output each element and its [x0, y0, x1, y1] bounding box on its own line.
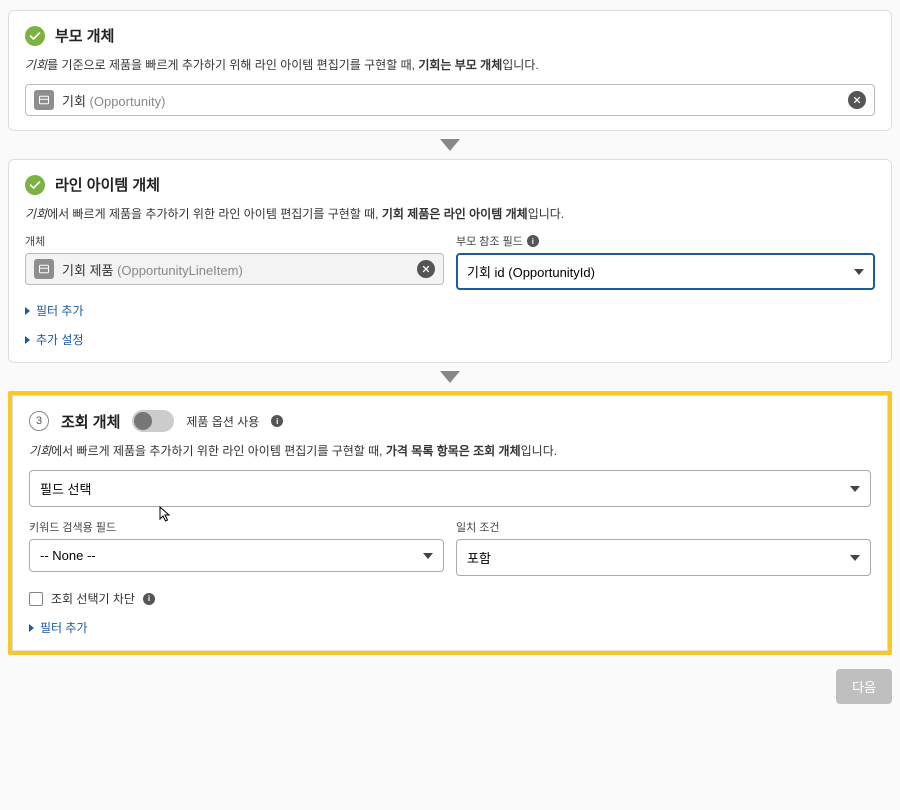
checkbox-label: 조회 선택기 차단: [51, 590, 135, 607]
block-lookup-checkbox[interactable]: [29, 592, 43, 606]
triangle-right-icon: [25, 307, 30, 315]
clear-icon[interactable]: [848, 91, 866, 109]
chevron-down-icon: [854, 269, 864, 275]
object-badge-icon: [34, 259, 54, 279]
section-desc: 기회에서 빠르게 제품을 추가하기 위한 라인 아이템 편집기를 구현할 때, …: [25, 205, 875, 223]
additional-settings-link[interactable]: 추가 설정: [25, 331, 875, 348]
select-value: -- None --: [40, 548, 96, 563]
step-number: 3: [29, 411, 49, 431]
chevron-down-icon: [423, 553, 433, 559]
flow-arrow-icon: [8, 371, 892, 383]
card-header: 부모 개체: [25, 25, 875, 46]
lookup-value: 기회 제품 (OpportunityLineItem): [62, 260, 409, 279]
line-item-object-lookup[interactable]: 기회 제품 (OpportunityLineItem): [25, 253, 444, 285]
match-condition-select[interactable]: 포함: [456, 539, 871, 576]
add-filter-link[interactable]: 필터 추가: [25, 302, 875, 319]
info-icon[interactable]: i: [271, 415, 283, 427]
parent-object-card: 부모 개체 기회를 기준으로 제품을 빠르게 추가하기 위해 라인 아이템 편집…: [8, 10, 892, 131]
flow-arrow-icon: [8, 139, 892, 151]
check-icon: [25, 26, 45, 46]
chevron-down-icon: [850, 486, 860, 492]
lookup-object-card: 3 조회 개체 제품 옵션 사용 i 기회에서 빠르게 제품을 추가하기 위한 …: [12, 395, 888, 651]
select-value: 포함: [467, 548, 491, 567]
product-option-toggle[interactable]: [132, 410, 174, 432]
chevron-down-icon: [850, 555, 860, 561]
section-title: 조회 개체: [61, 411, 120, 432]
clear-icon[interactable]: [417, 260, 435, 278]
section-desc: 기회를 기준으로 제품을 빠르게 추가하기 위해 라인 아이템 편집기를 구현할…: [25, 56, 875, 74]
card-header: 라인 아이템 개체: [25, 174, 875, 195]
info-icon[interactable]: i: [143, 593, 155, 605]
section-title: 라인 아이템 개체: [55, 174, 160, 195]
parent-object-lookup[interactable]: 기회 (Opportunity): [25, 84, 875, 116]
card-header: 3 조회 개체 제품 옵션 사용 i: [29, 410, 871, 432]
add-filter-link[interactable]: 필터 추가: [29, 619, 871, 636]
footer: 다음: [8, 669, 892, 704]
block-lookup-row: 조회 선택기 차단 i: [29, 590, 871, 607]
field-select[interactable]: 필드 선택: [29, 470, 871, 507]
lookup-value: 기회 (Opportunity): [62, 91, 840, 110]
keyword-search-label: 키워드 검색용 필드: [29, 519, 444, 535]
toggle-label: 제품 옵션 사용: [186, 413, 259, 430]
next-button[interactable]: 다음: [836, 669, 892, 704]
triangle-right-icon: [29, 624, 34, 632]
select-value: 기회 id (OpportunityId): [467, 262, 595, 281]
section-title: 부모 개체: [55, 25, 114, 46]
triangle-right-icon: [25, 336, 30, 344]
match-condition-label: 일치 조건: [456, 519, 871, 535]
info-icon[interactable]: i: [527, 235, 539, 247]
object-label: 개체: [25, 233, 444, 249]
check-icon: [25, 175, 45, 195]
highlighted-section: 3 조회 개체 제품 옵션 사용 i 기회에서 빠르게 제품을 추가하기 위한 …: [8, 391, 892, 655]
parent-ref-label: 부모 참조 필드 i: [456, 233, 875, 249]
select-value: 필드 선택: [40, 479, 91, 498]
object-badge-icon: [34, 90, 54, 110]
line-item-object-card: 라인 아이템 개체 기회에서 빠르게 제품을 추가하기 위한 라인 아이템 편집…: [8, 159, 892, 363]
parent-ref-select[interactable]: 기회 id (OpportunityId): [456, 253, 875, 290]
section-desc: 기회에서 빠르게 제품을 추가하기 위한 라인 아이템 편집기를 구현할 때, …: [29, 442, 871, 460]
keyword-search-select[interactable]: -- None --: [29, 539, 444, 572]
